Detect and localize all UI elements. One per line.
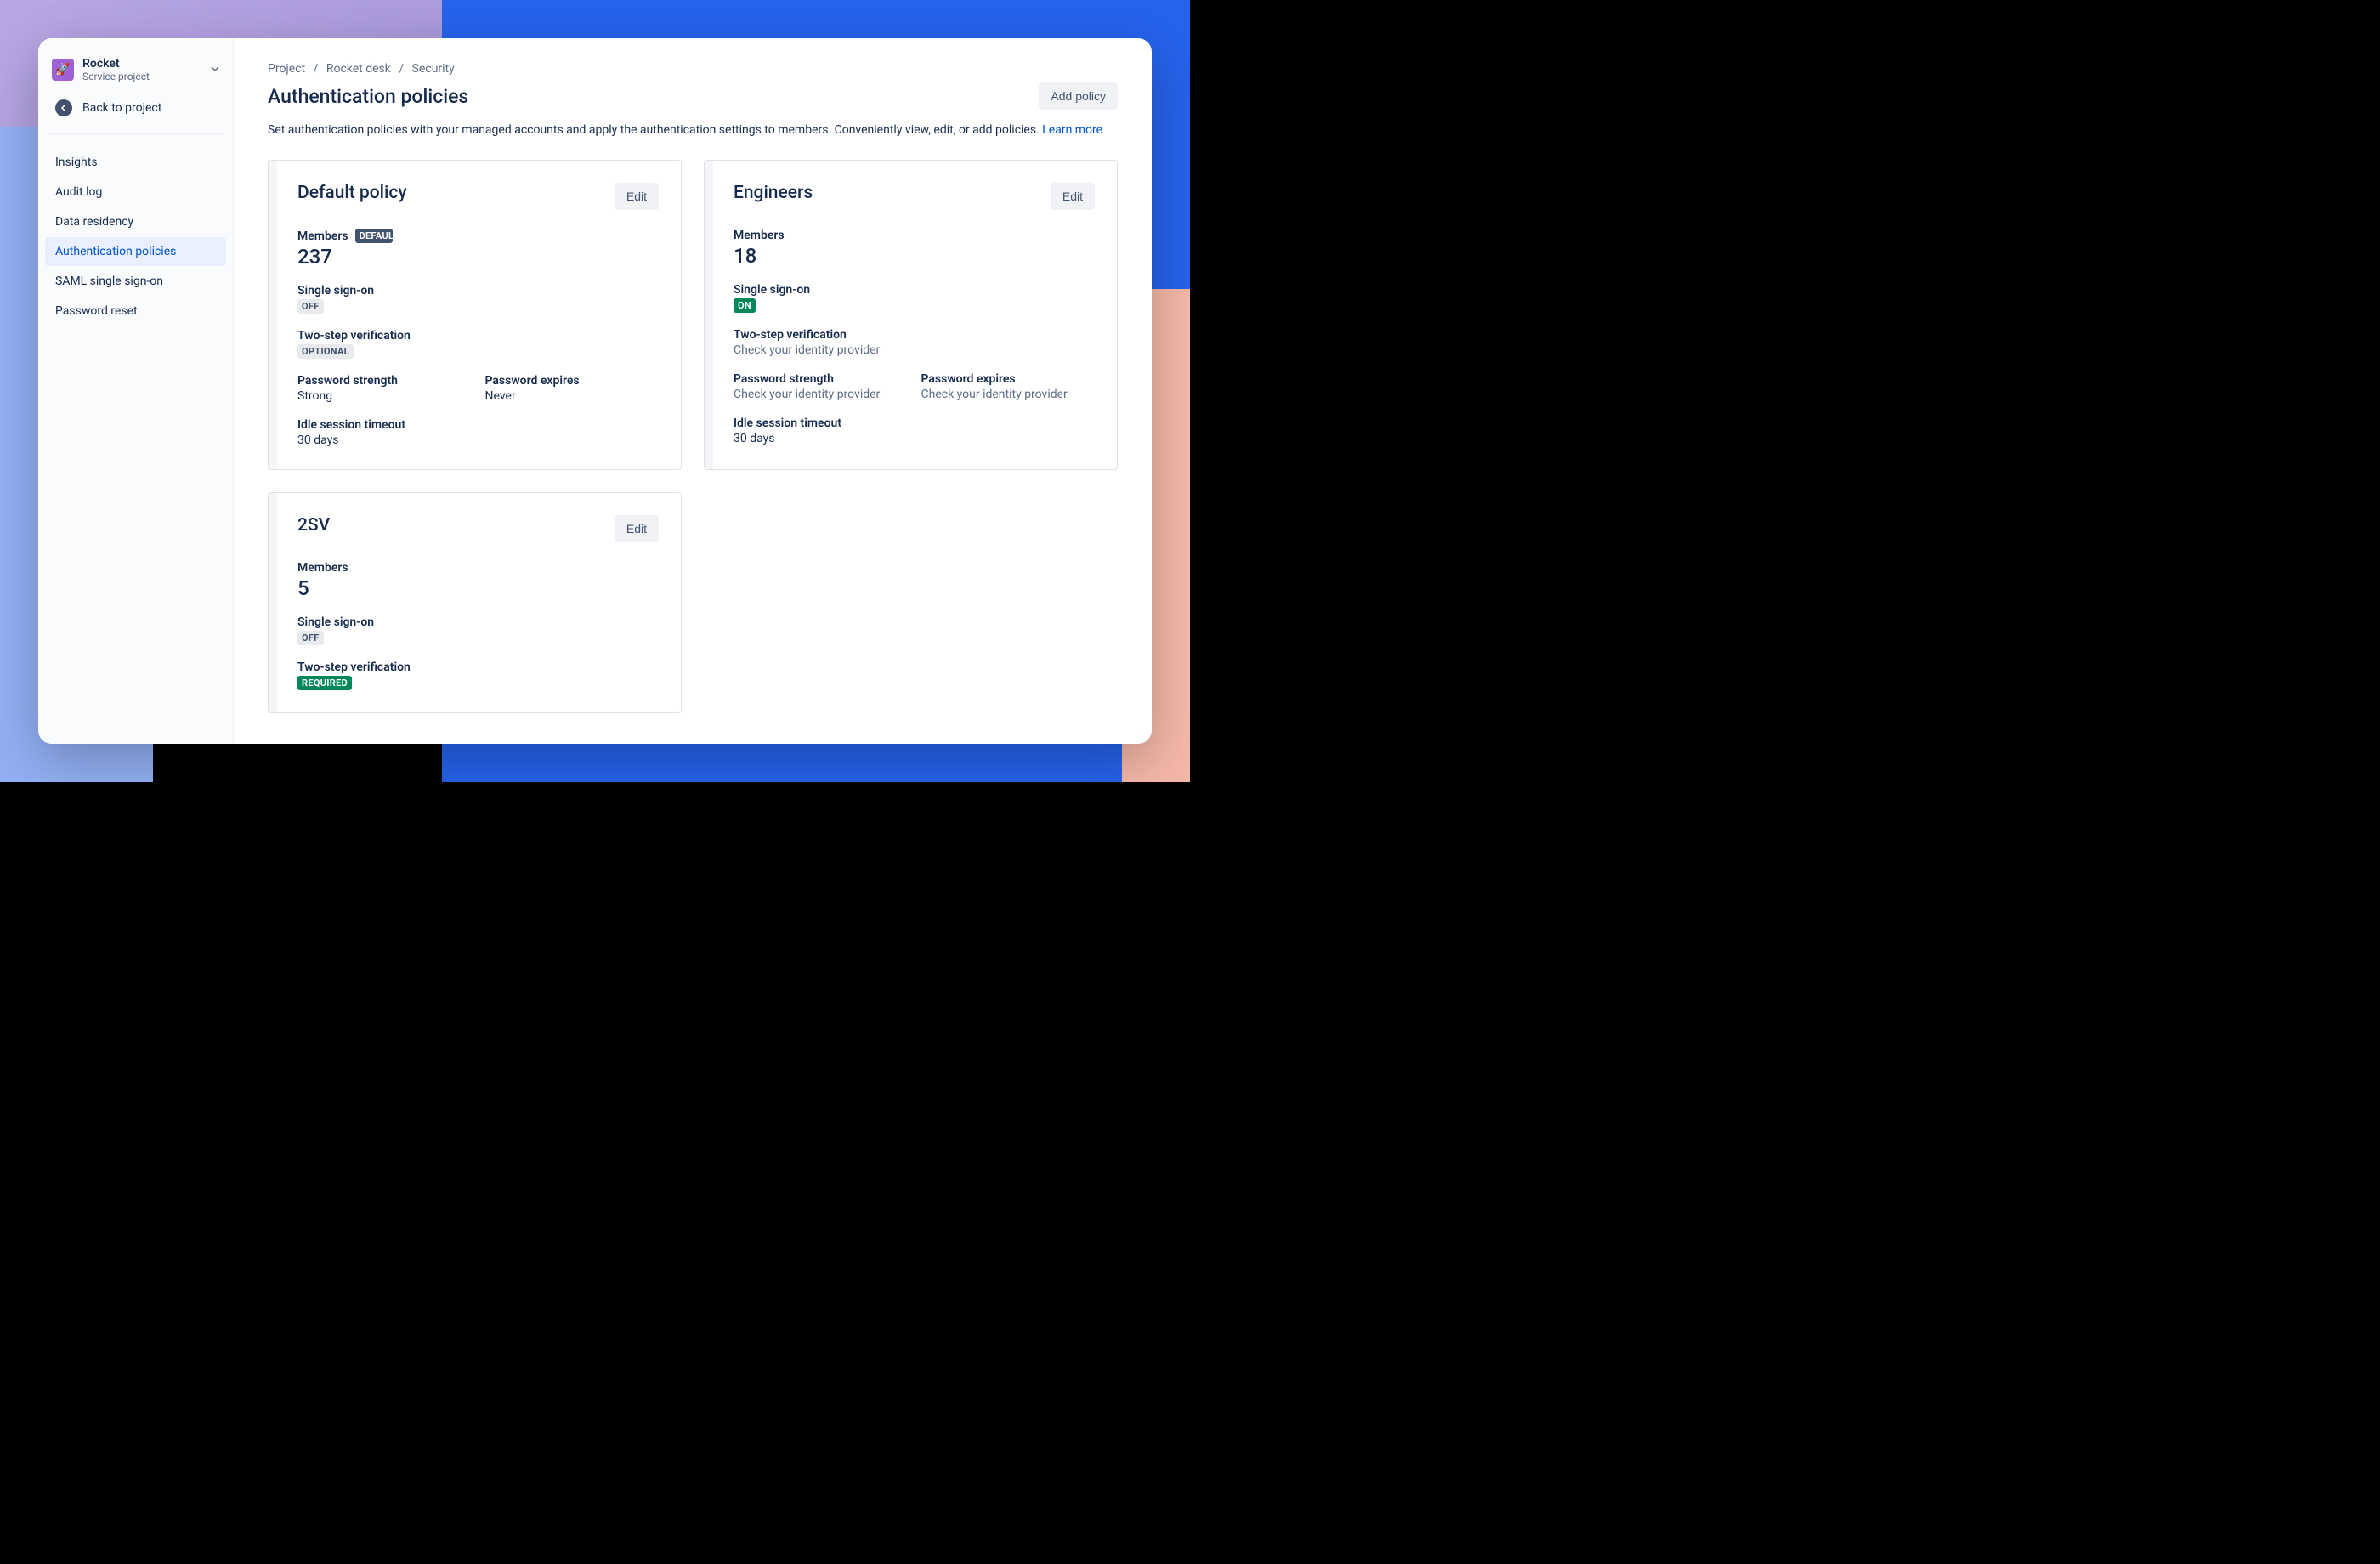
members-label: Members [298,230,348,243]
two-step-badge: REQUIRED [298,676,352,690]
pw-strength-value: Check your identity provider [734,388,908,401]
breadcrumb-separator: / [314,62,319,76]
two-step-badge: OPTIONAL [298,344,354,359]
members-count: 18 [734,244,1095,268]
members-count: 237 [298,245,659,269]
sso-badge: OFF [298,299,324,314]
chevron-down-icon [211,64,219,76]
page-title: Authentication policies [268,85,468,108]
breadcrumb: Project / Rocket desk / Security [268,62,1118,76]
arrow-left-icon [55,99,72,116]
breadcrumb-item[interactable]: Rocket desk [326,62,391,76]
sso-badge: ON [734,298,756,313]
sidebar: Rocket Service project Back to project I… [38,38,234,744]
members-count: 5 [298,576,659,600]
sidebar-item-authentication-policies[interactable]: Authentication policies [45,237,226,266]
idle-label: Idle session timeout [298,418,659,432]
project-name: Rocket [82,57,202,71]
two-step-value: Check your identity provider [734,343,1095,357]
idle-label: Idle session timeout [734,416,1095,430]
project-rocket-icon [52,59,74,81]
project-subtitle: Service project [82,71,202,82]
pw-strength-label: Password strength [298,374,472,388]
pw-expires-label: Password expires [485,374,660,388]
edit-button[interactable]: Edit [615,183,659,210]
members-label: Members [734,229,1095,242]
sidebar-item-audit-log[interactable]: Audit log [45,178,226,207]
policy-name: Engineers [734,183,813,203]
breadcrumb-separator: / [399,62,404,76]
policy-name: Default policy [298,183,407,203]
main-content: Project / Rocket desk / Security Authent… [234,38,1152,744]
sidebar-item-insights[interactable]: Insights [45,148,226,177]
policy-card-engineers: Engineers Edit Members 18 Single sign-on… [704,160,1118,470]
sidebar-nav: Insights Audit log Data residency Authen… [45,148,226,326]
policies-grid: Default policy Edit Members DEFAULT 237 … [268,160,1118,713]
idle-value: 30 days [734,432,1095,445]
back-link-label: Back to project [82,101,162,115]
pw-expires-label: Password expires [921,372,1096,386]
sidebar-item-saml-sso[interactable]: SAML single sign-on [45,267,226,296]
page-description: Set authentication policies with your ma… [268,122,1118,139]
pw-strength-value: Strong [298,389,472,403]
learn-more-link[interactable]: Learn more [1042,123,1102,137]
sso-label: Single sign-on [734,283,1095,297]
policy-card-2sv: 2SV Edit Members 5 Single sign-on OFF Tw… [268,492,682,713]
sso-label: Single sign-on [298,615,659,629]
back-to-project-link[interactable]: Back to project [48,82,223,134]
add-policy-button[interactable]: Add policy [1039,82,1118,110]
pw-expires-value: Check your identity provider [921,388,1096,401]
idle-value: 30 days [298,434,659,447]
policy-name: 2SV [298,515,330,536]
pw-strength-label: Password strength [734,372,908,386]
two-step-label: Two-step verification [298,329,659,343]
policy-card-default: Default policy Edit Members DEFAULT 237 … [268,160,682,470]
two-step-label: Two-step verification [734,328,1095,342]
sidebar-item-password-reset[interactable]: Password reset [45,297,226,326]
members-label: Members [298,561,659,575]
edit-button[interactable]: Edit [615,515,659,542]
project-selector[interactable]: Rocket Service project [45,57,226,82]
pw-expires-value: Never [485,389,660,403]
breadcrumb-item[interactable]: Security [412,62,455,76]
app-window: Rocket Service project Back to project I… [38,38,1152,744]
breadcrumb-item[interactable]: Project [268,62,305,76]
sso-badge: OFF [298,631,324,645]
default-badge: DEFAULT [355,229,393,243]
sso-label: Single sign-on [298,284,659,298]
two-step-label: Two-step verification [298,660,659,674]
sidebar-item-data-residency[interactable]: Data residency [45,207,226,236]
edit-button[interactable]: Edit [1051,183,1095,210]
